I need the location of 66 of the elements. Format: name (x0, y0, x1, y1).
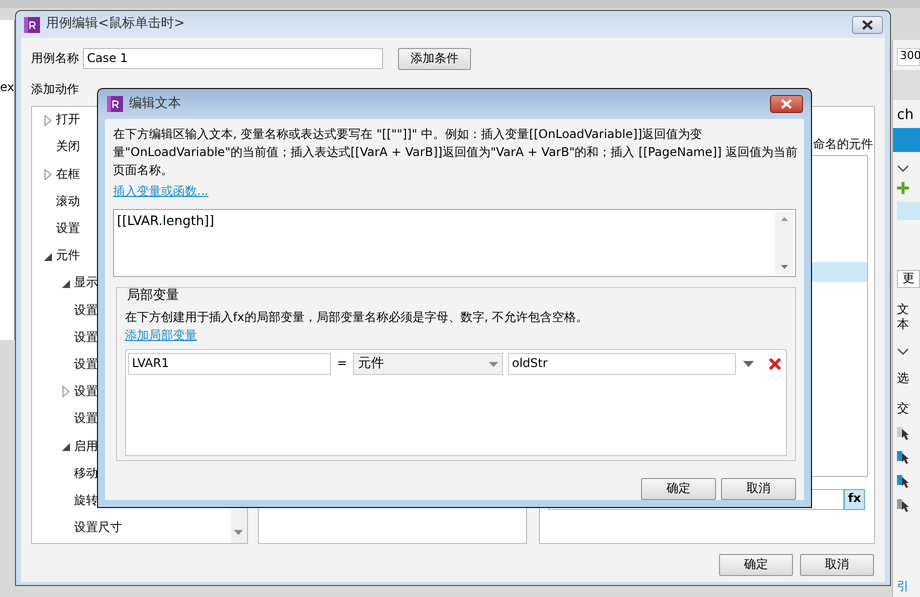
add-condition-button[interactable]: 添加条件 (398, 48, 471, 70)
scroll-down-icon[interactable] (780, 265, 788, 270)
app-logo-icon (24, 16, 40, 32)
cancel-button[interactable]: 取消 (800, 554, 874, 576)
delete-icon[interactable] (769, 358, 781, 370)
text-editor[interactable]: [[LVAR.length]] (113, 208, 796, 278)
more-button[interactable]: 更 (897, 270, 920, 288)
tree-item[interactable]: 设置 (74, 302, 98, 318)
equals-sign: = (336, 356, 348, 372)
close-button[interactable] (852, 16, 883, 34)
type-dropdown[interactable]: 元件 (353, 353, 503, 376)
tree-item[interactable]: 关闭 (56, 139, 80, 156)
tree-item[interactable]: 设置尺寸 (74, 520, 122, 536)
tree-item[interactable]: 显示 (74, 275, 98, 292)
ok-button[interactable]: 确定 (719, 554, 793, 576)
tree-item[interactable]: 设置 (74, 330, 98, 346)
window-title: 用例编辑<鼠标单击时> (46, 16, 185, 33)
field-label: 选 (897, 370, 910, 387)
panel-title: ch (897, 106, 915, 124)
cursor-icon[interactable] (897, 450, 911, 464)
tree-item[interactable]: 设置 (56, 221, 80, 237)
variable-name-field[interactable]: LVAR1 (128, 353, 331, 376)
close-icon (861, 18, 874, 30)
target-label: 命名的元件 (813, 136, 873, 152)
tree-item[interactable]: 滚动 (56, 194, 80, 210)
chevron-icon[interactable] (897, 164, 909, 174)
toolbar-band (893, 70, 920, 100)
window-title: 编辑文本 (129, 96, 181, 112)
tree-item[interactable]: 旋转 (74, 492, 98, 509)
section-label: 添加动作 (31, 82, 79, 98)
group-description: 在下方创建用于插入fx的局部变量，局部变量名称必须是字母、数字, 不允许包含空格。 (125, 310, 589, 326)
caret-icon[interactable] (743, 361, 754, 368)
ok-button[interactable]: 确定 (641, 478, 716, 500)
case-name-field[interactable]: Case 1 (83, 48, 383, 69)
tree-item[interactable]: 设置 (74, 411, 98, 427)
tree-item[interactable]: 打开 (56, 112, 80, 128)
cursor-icon[interactable] (897, 426, 911, 440)
tree-item[interactable]: 启用 (74, 438, 98, 454)
section-label: 交 (897, 400, 910, 416)
scroll-down-icon[interactable] (234, 530, 244, 535)
tree-item[interactable]: 设置 (74, 384, 98, 400)
caret-icon (489, 362, 498, 367)
tree-item[interactable]: 设置 (74, 356, 98, 373)
link[interactable]: 引 (897, 579, 920, 595)
selected-row (897, 202, 920, 220)
section-label: 文本 (897, 302, 910, 333)
cursor-icon[interactable] (897, 474, 911, 488)
close-button[interactable] (770, 95, 803, 113)
close-icon (780, 98, 793, 110)
chevron-icon[interactable] (897, 346, 909, 357)
scroll-up-icon[interactable] (780, 216, 788, 221)
size-field[interactable]: 300 (897, 48, 920, 66)
tree-item[interactable]: 移动 (74, 466, 98, 482)
target-field[interactable]: oldStr (508, 353, 736, 376)
tab-bar (893, 128, 920, 152)
fx-button[interactable]: fx (844, 488, 865, 510)
scrollbar[interactable] (775, 212, 793, 274)
tree-item[interactable]: 在框 (56, 166, 80, 182)
app-logo-icon (107, 96, 123, 112)
instructions-text: 在下方编辑区输入文本, 变量名称或表达式要写在 "[[""]]" 中。例如：插入变量[[OnLoadVariable]]返回值为变量"OnLoadVariable"的当前值；插入表达式[[VarA + VarB]]返回值为"VarA + VarB"的和；插入 [[PageName]] 返回值为当前页面名称。 (113, 126, 799, 179)
tab-label: ex (0, 80, 14, 96)
add-icon[interactable] (897, 182, 909, 194)
field-label: 用例名称 (31, 50, 79, 66)
cursor-icon[interactable] (897, 498, 911, 512)
cancel-button[interactable]: 取消 (721, 478, 796, 500)
tree-item[interactable]: 元件 (56, 248, 80, 264)
